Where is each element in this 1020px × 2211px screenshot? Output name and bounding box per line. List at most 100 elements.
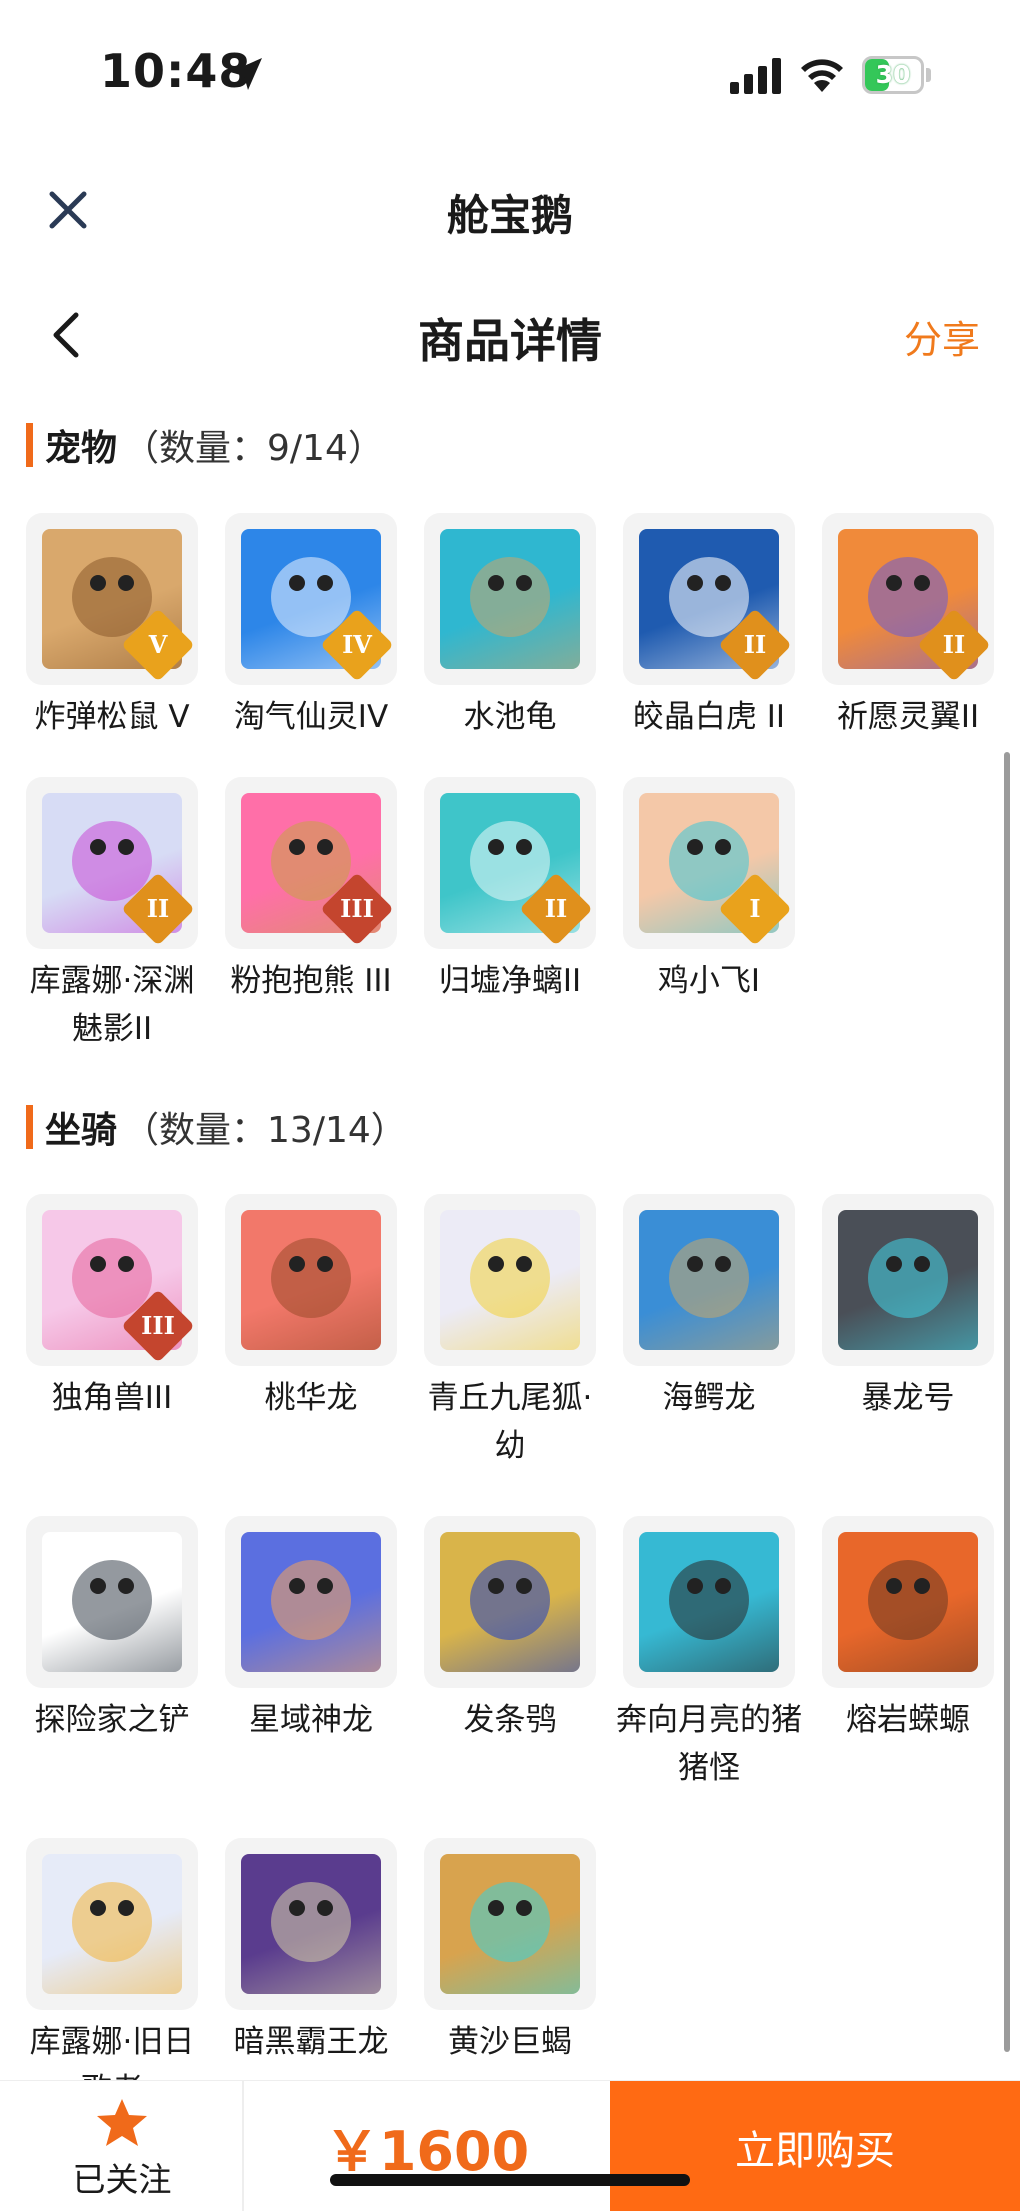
item-thumbnail (424, 1838, 596, 2010)
item-label: 水池龟 (463, 699, 557, 735)
item-card[interactable]: 星域神龙 (225, 1516, 397, 1792)
follow-label: 已关注 (72, 2160, 172, 2199)
bottom-action-bar: 已关注 ￥1600 立即购买 (0, 2080, 1020, 2211)
item-card[interactable]: I 鸡小飞I (623, 777, 795, 1053)
item-thumbnail: III (26, 1194, 198, 1366)
item-thumbnail (822, 1516, 994, 1688)
follow-button[interactable]: 已关注 (0, 2081, 244, 2211)
item-thumbnail: II (26, 777, 198, 949)
tier-label: II (942, 630, 966, 659)
item-thumbnail (225, 1516, 397, 1688)
nine-tail-fox-mount-icon (440, 1210, 580, 1350)
tier-badge: III (320, 872, 394, 946)
item-thumbnail: II (623, 513, 795, 685)
item-card[interactable]: 暗黑霸王龙 (225, 1838, 397, 2114)
item-label: 归墟净螭II (438, 963, 582, 999)
item-card[interactable]: 库露娜·旧日歌者 (26, 1838, 198, 2114)
item-card[interactable]: 暴龙号 (822, 1194, 994, 1470)
battery-icon: 30 (862, 56, 932, 94)
item-card[interactable]: 青丘九尾狐·幼 (424, 1194, 596, 1470)
buy-now-button[interactable]: 立即购买 (610, 2081, 1020, 2211)
item-thumbnail (623, 1516, 795, 1688)
item-label: 皎晶白虎 II (632, 699, 786, 735)
page-nav: 商品详情 分享 (0, 285, 1020, 385)
location-arrow-icon (230, 58, 262, 90)
item-label: 暗黑霸王龙 (233, 2024, 389, 2060)
item-card[interactable]: II 皎晶白虎 II (623, 513, 795, 741)
battery-level: 30 (875, 60, 911, 89)
item-card[interactable]: 黄沙巨蝎 (424, 1838, 596, 2114)
item-thumbnail (424, 513, 596, 685)
item-card[interactable]: 奔向月亮的猪猪怪 (616, 1516, 802, 1792)
mecha-rex-mount-icon (838, 1210, 978, 1350)
item-card[interactable]: 探险家之铲 (26, 1516, 198, 1792)
section-header-pets: 宠物 （数量：9/14） (26, 420, 384, 470)
tier-label: II (146, 894, 170, 923)
section-title: 坐骑 (45, 1110, 118, 1151)
item-label: 鸡小飞I (657, 963, 761, 999)
tier-badge: IV (320, 608, 394, 682)
share-button[interactable]: 分享 (904, 309, 980, 364)
item-label: 桃华龙 (264, 1380, 358, 1416)
item-thumbnail (424, 1194, 596, 1366)
page-title: 商品详情 (418, 314, 602, 368)
item-card[interactable]: 海鳄龙 (623, 1194, 795, 1470)
item-label: 熔岩蝾螈 (846, 1702, 970, 1738)
lava-axolotl-mount-icon (838, 1532, 978, 1672)
tier-label: V (148, 630, 168, 659)
item-thumbnail (26, 1516, 198, 1688)
app-header: 舱宝鹅 (0, 160, 1020, 260)
cellular-signal-icon (730, 58, 781, 94)
item-label: 炸弹松鼠 V (34, 699, 190, 735)
item-card[interactable]: 桃华龙 (225, 1194, 397, 1470)
item-thumbnail (822, 1194, 994, 1366)
status-bar: 10:48 30 (0, 0, 1020, 150)
scrollbar[interactable] (1004, 752, 1010, 2052)
tier-label: III (141, 1311, 175, 1340)
tier-badge: II (121, 872, 195, 946)
item-label: 探险家之铲 (34, 1702, 190, 1738)
item-label: 祈愿灵翼II (836, 699, 980, 735)
item-card[interactable]: II 归墟净螭II (424, 777, 596, 1053)
shovel-mount-icon (42, 1532, 182, 1672)
item-label: 黄沙巨蝎 (448, 2024, 572, 2060)
tier-label: IV (342, 630, 372, 659)
tier-label: I (749, 894, 761, 923)
item-card[interactable]: II 库露娜·深渊魅影II (26, 777, 198, 1053)
item-thumbnail (26, 1838, 198, 2010)
item-card[interactable]: 水池龟 (424, 513, 596, 741)
turtle-pet-icon (440, 529, 580, 669)
tier-label: II (544, 894, 568, 923)
item-label: 暴龙号 (861, 1380, 955, 1416)
item-thumbnail: II (424, 777, 596, 949)
clockwork-owl-mount-icon (440, 1532, 580, 1672)
tier-badge: I (718, 872, 792, 946)
item-thumbnail: V (26, 513, 198, 685)
tier-badge: III (121, 1289, 195, 1363)
item-card[interactable]: IV 淘气仙灵IV (225, 513, 397, 741)
star-dragon-mount-icon (241, 1532, 381, 1672)
moon-pig-mount-icon (639, 1532, 779, 1672)
pets-grid: V 炸弹松鼠 V IV 淘气仙灵IV 水池龟 II 皎晶白虎 II II 祈愿灵翼II II 库露娜… (26, 513, 996, 1053)
item-card[interactable]: V 炸弹松鼠 V (26, 513, 198, 741)
wifi-icon (801, 59, 843, 92)
item-card[interactable]: II 祈愿灵翼II (822, 513, 994, 741)
item-card[interactable]: III 独角兽III (26, 1194, 198, 1470)
dark-rex-mount-icon (241, 1854, 381, 1994)
tier-label: II (743, 630, 767, 659)
section-count: （数量：9/14） (123, 428, 384, 469)
item-card[interactable]: 熔岩蝾螈 (822, 1516, 994, 1792)
item-card[interactable]: III 粉抱抱熊 III (225, 777, 397, 1053)
section-accent-bar (26, 1105, 33, 1149)
item-card[interactable]: 发条鸮 (424, 1516, 596, 1792)
mounts-grid: III 独角兽III 桃华龙 青丘九尾狐·幼 海鳄龙 暴龙号探险家之铲 星域神龙 发条鸮 奔向月… (26, 1194, 996, 2114)
item-thumbnail (424, 1516, 596, 1688)
item-thumbnail (623, 1194, 795, 1366)
sand-scorpion-mount-icon (440, 1854, 580, 1994)
item-label: 库露娜·深渊魅影II (29, 963, 195, 1047)
item-thumbnail: I (623, 777, 795, 949)
item-label: 奔向月亮的猪猪怪 (616, 1702, 802, 1786)
item-label: 青丘九尾狐·幼 (427, 1380, 593, 1464)
item-label: 发条鸮 (463, 1702, 557, 1738)
item-label: 淘气仙灵IV (233, 699, 389, 735)
